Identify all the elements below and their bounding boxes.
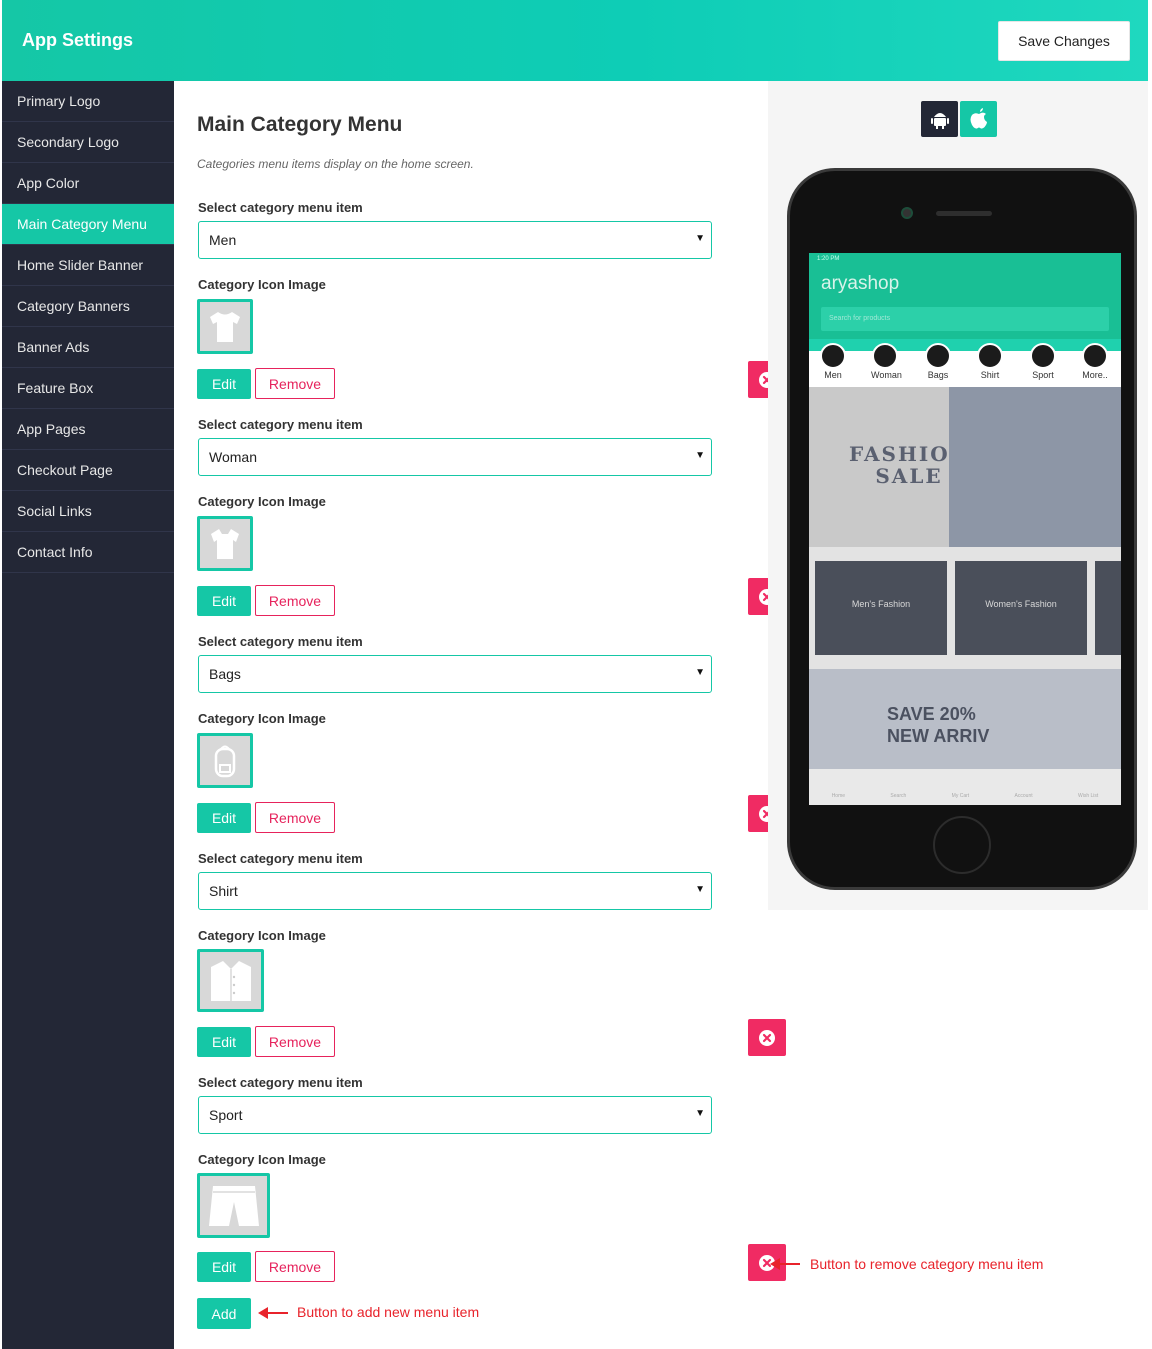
- dropdown-caret-icon: ▼: [695, 1108, 705, 1119]
- category-select-value: Shirt: [209, 883, 238, 899]
- remove-image-button[interactable]: Remove: [255, 585, 335, 616]
- category-select-value: Sport: [209, 1107, 243, 1123]
- speaker-grill: [936, 211, 992, 216]
- select-label: Select category menu item: [198, 634, 363, 649]
- image-label: Category Icon Image: [198, 1152, 326, 1167]
- preview-panel: 1:20 PM aryashop Search for products Men…: [768, 81, 1148, 910]
- apple-icon: [970, 108, 987, 129]
- dropdown-caret-icon: ▼: [695, 233, 705, 244]
- delete-item-button[interactable]: [748, 1019, 786, 1056]
- category-item-sport: Select category menu item Sport ▼ Catego…: [197, 1073, 786, 1293]
- edit-button[interactable]: Edit: [197, 586, 251, 616]
- select-label: Select category menu item: [198, 417, 363, 432]
- home-button: [933, 816, 991, 874]
- category-select[interactable]: Bags ▼: [198, 655, 712, 693]
- arrow-left-icon: [258, 1307, 288, 1319]
- app-tab-bar: Home Search My Cart Account Wish List: [809, 769, 1121, 805]
- app-tile-women: Women's Fashion: [955, 561, 1087, 655]
- banner2-text: SAVE 20% NEW ARRIV: [887, 704, 990, 746]
- sidebar-item-home-slider-banner[interactable]: Home Slider Banner: [2, 245, 174, 286]
- backpack-icon[interactable]: [197, 733, 253, 788]
- arrow-left-icon: [770, 1258, 800, 1270]
- image-label: Category Icon Image: [198, 711, 326, 726]
- sidebar-item-banner-ads[interactable]: Banner Ads: [2, 327, 174, 368]
- status-bar-time: 1:20 PM: [817, 256, 840, 262]
- category-item-woman: Select category menu item Woman ▼ Catego…: [197, 415, 786, 616]
- category-select-value: Men: [209, 232, 237, 248]
- android-button[interactable]: [921, 101, 958, 137]
- shorts-icon[interactable]: [197, 1173, 270, 1238]
- edit-button[interactable]: Edit: [197, 1027, 251, 1057]
- app-category-shirt: Shirt: [976, 343, 1004, 380]
- android-icon: [930, 113, 949, 129]
- dropdown-caret-icon: ▼: [695, 450, 705, 461]
- sidebar-item-checkout-page[interactable]: Checkout Page: [2, 450, 174, 491]
- category-select[interactable]: Woman ▼: [198, 438, 712, 476]
- sidebar-item-app-color[interactable]: App Color: [2, 163, 174, 204]
- app-main-banner: FASHION SALE: [809, 387, 1121, 547]
- image-label: Category Icon Image: [198, 277, 326, 292]
- category-select-value: Bags: [209, 666, 241, 682]
- remove-image-button[interactable]: Remove: [255, 802, 335, 833]
- app-category-men: Men: [819, 343, 847, 380]
- sidebar-item-category-banners[interactable]: Category Banners: [2, 286, 174, 327]
- top-header: App Settings Save Changes: [2, 0, 1148, 81]
- phone-screen: 1:20 PM aryashop Search for products Men…: [809, 253, 1121, 805]
- add-annotation: Button to add new menu item: [297, 1304, 480, 1320]
- blouse-icon[interactable]: [197, 516, 253, 571]
- app-header: 1:20 PM aryashop Search for products: [809, 253, 1121, 339]
- category-item-men: Select category menu item Men ▼ Category…: [197, 198, 786, 399]
- edit-button[interactable]: Edit: [197, 1252, 251, 1282]
- image-label: Category Icon Image: [198, 494, 326, 509]
- close-circle-icon: [759, 1029, 775, 1046]
- select-label: Select category menu item: [198, 1075, 363, 1090]
- app-tile-extra: [1095, 561, 1121, 655]
- category-item-shirt: Select category menu item Shirt ▼ Catego…: [197, 849, 786, 1059]
- edit-button[interactable]: Edit: [197, 803, 251, 833]
- image-label: Category Icon Image: [198, 928, 326, 943]
- page-title: Main Category Menu: [197, 113, 403, 136]
- apple-button[interactable]: [960, 101, 997, 137]
- app-secondary-banner: SAVE 20% NEW ARRIV: [809, 669, 1121, 769]
- remove-image-button[interactable]: Remove: [255, 368, 335, 399]
- app-category-woman: Woman: [871, 343, 902, 380]
- category-select[interactable]: Men ▼: [198, 221, 712, 259]
- app-search-bar: Search for products: [821, 307, 1109, 331]
- app-title: App Settings: [22, 30, 133, 50]
- sidebar-item-feature-box[interactable]: Feature Box: [2, 368, 174, 409]
- page-description: Categories menu items display on the hom…: [197, 157, 474, 171]
- tshirt-icon[interactable]: [197, 299, 253, 354]
- category-select-value: Woman: [209, 449, 257, 465]
- sidebar-item-social-links[interactable]: Social Links: [2, 491, 174, 532]
- phone-mockup: 1:20 PM aryashop Search for products Men…: [787, 168, 1137, 890]
- dropdown-caret-icon: ▼: [695, 884, 705, 895]
- remove-image-button[interactable]: Remove: [255, 1251, 335, 1282]
- app-brand: aryashop: [821, 273, 900, 294]
- save-changes-button[interactable]: Save Changes: [998, 21, 1130, 61]
- select-label: Select category menu item: [198, 200, 363, 215]
- app-category-more: More..: [1081, 343, 1109, 380]
- dropdown-caret-icon: ▼: [695, 667, 705, 678]
- sidebar-item-primary-logo[interactable]: Primary Logo: [2, 81, 174, 122]
- main-content: Main Category Menu Categories menu items…: [174, 81, 786, 1349]
- sidebar-item-secondary-logo[interactable]: Secondary Logo: [2, 122, 174, 163]
- app-category-sport: Sport: [1029, 343, 1057, 380]
- camera-icon: [901, 207, 913, 219]
- shirt-icon[interactable]: [197, 949, 264, 1012]
- app-category-bar: Men Woman Bags Shirt Sport More..: [809, 339, 1121, 387]
- category-select[interactable]: Sport ▼: [198, 1096, 712, 1134]
- remove-image-button[interactable]: Remove: [255, 1026, 335, 1057]
- edit-button[interactable]: Edit: [197, 369, 251, 399]
- sidebar-item-main-category-menu[interactable]: Main Category Menu: [2, 204, 174, 245]
- remove-annotation: Button to remove category menu item: [810, 1256, 1044, 1272]
- sidebar-item-contact-info[interactable]: Contact Info: [2, 532, 174, 573]
- add-menu-item-button[interactable]: Add: [197, 1298, 251, 1329]
- app-tile-men: Men's Fashion: [815, 561, 947, 655]
- category-item-bags: Select category menu item Bags ▼ Categor…: [197, 632, 786, 833]
- sidebar-item-app-pages[interactable]: App Pages: [2, 409, 174, 450]
- app-category-bags: Bags: [924, 343, 952, 380]
- category-select[interactable]: Shirt ▼: [198, 872, 712, 910]
- select-label: Select category menu item: [198, 851, 363, 866]
- sidebar: Primary Logo Secondary Logo App Color Ma…: [2, 81, 174, 1349]
